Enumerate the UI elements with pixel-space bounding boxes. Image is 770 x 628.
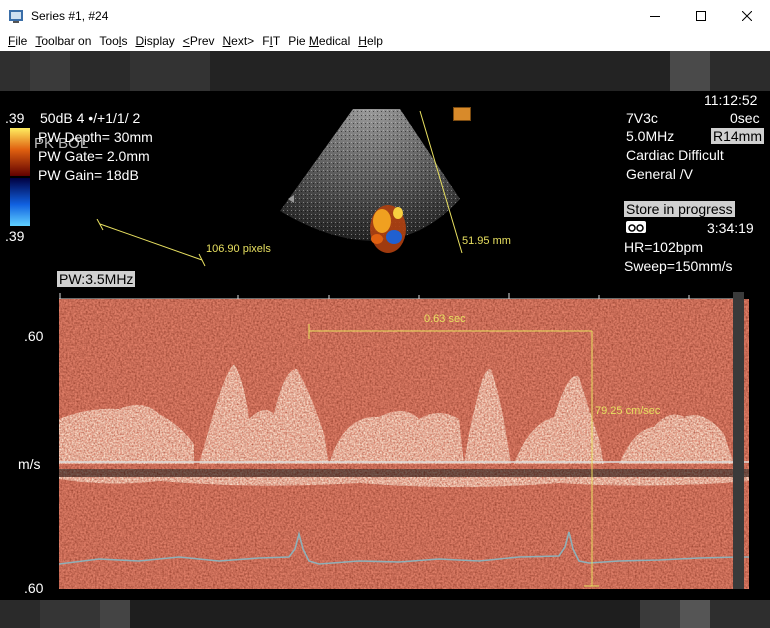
velocity-measurement: 79.25 cm/sec	[595, 405, 661, 417]
imaging-params: 50dB 4 •/+1/1/ 2	[40, 110, 141, 126]
y-axis-bottom: .60	[24, 580, 44, 596]
focus-logo	[453, 107, 471, 121]
menu-file[interactable]: File	[0, 34, 27, 48]
preset-code: R14mm	[711, 128, 765, 144]
ultrasound-app-icon	[8, 8, 24, 24]
menu-fit[interactable]: FIT	[254, 34, 280, 48]
heart-rate: HR=102bpm	[624, 239, 703, 255]
bottom-strip	[0, 600, 770, 628]
probe-name: 7V3c	[626, 110, 658, 126]
vertical-scrollbar[interactable]	[733, 292, 744, 589]
clip-time: 3:34:19	[707, 220, 754, 236]
maximize-icon	[696, 10, 706, 21]
distance-measurement: 106.90 pixels	[206, 243, 271, 255]
menu-tools[interactable]: Tools	[91, 34, 127, 48]
minimize-button[interactable]	[632, 0, 678, 31]
preset-name: Cardiac Difficult	[626, 147, 724, 163]
title-bar: Series #1, #24	[0, 0, 770, 31]
minimize-icon	[650, 15, 660, 17]
color-scale-warm	[10, 128, 30, 176]
y-axis-top: .60	[24, 328, 44, 344]
window-title: Series #1, #24	[31, 8, 109, 23]
menu-next[interactable]: Next>	[215, 34, 255, 48]
pw-frequency: PW:3.5MHz	[57, 271, 136, 287]
depth-measurement: 51.95 mm	[462, 235, 511, 247]
close-icon	[742, 10, 752, 21]
sweep-speed: Sweep=150mm/s	[624, 258, 733, 274]
clock-time: 11:12:52	[704, 92, 758, 108]
menu-help[interactable]: Help	[350, 34, 383, 48]
color-scale-bottom: .39	[5, 228, 25, 244]
mode-label: General /V	[626, 166, 693, 182]
app-window: Series #1, #24 File Toolbar on Tools Displa…	[0, 0, 770, 628]
distance-caliper	[96, 219, 206, 267]
probe-frequency: 5.0MHz	[626, 128, 675, 144]
elapsed-time: 0sec	[730, 110, 760, 126]
menu-prev[interactable]: <Prev	[175, 34, 215, 48]
echo-sector-image	[280, 109, 463, 254]
menu-toolbar-on[interactable]: Toolbar on	[27, 34, 91, 48]
pw-gate: PW Gate= 2.0mm	[38, 148, 150, 164]
y-axis-unit: m/s	[18, 456, 41, 472]
ultrasound-viewer[interactable]: .39 50dB 4 •/+1/1/ 2 PK BOL PW Depth= 30…	[0, 91, 770, 600]
maximize-button[interactable]	[678, 0, 724, 31]
color-scale-cool	[10, 178, 30, 226]
close-button[interactable]	[724, 0, 770, 31]
menu-pie-medical[interactable]: Pie Medical	[280, 34, 350, 48]
pw-gain: PW Gain= 18dB	[38, 167, 139, 183]
color-scale-top: .39	[5, 110, 25, 126]
time-measurement: 0.63 sec	[424, 313, 466, 325]
toolbar-strip	[0, 51, 770, 91]
tape-recorder-icon	[626, 221, 646, 233]
pw-depth: PW Depth= 30mm	[38, 129, 153, 145]
menu-bar: File Toolbar on Tools Display <Prev Next> FIT P…	[0, 31, 770, 51]
doppler-spectrum	[59, 299, 749, 589]
store-status: Store in progress	[624, 201, 735, 217]
window-controls	[632, 0, 770, 31]
menu-display[interactable]: Display	[127, 34, 174, 48]
